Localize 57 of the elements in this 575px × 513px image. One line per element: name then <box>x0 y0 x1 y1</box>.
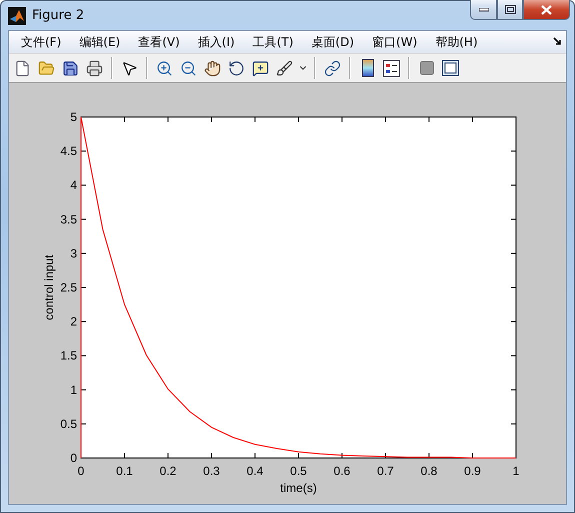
menu-item[interactable]: 查看(V) <box>130 32 188 52</box>
rotate-icon[interactable] <box>228 60 245 76</box>
tick-label: 3 <box>70 246 77 260</box>
tick-label: 0.7 <box>377 464 394 478</box>
tick-label: 0.6 <box>334 464 350 478</box>
menu-item[interactable]: 编辑(E) <box>71 32 128 52</box>
tick-label: 1 <box>512 464 520 478</box>
new-file-icon[interactable] <box>14 60 31 76</box>
tick-label: 0 <box>78 464 84 478</box>
app-logo-icon <box>8 6 26 24</box>
tick-label: 4 <box>70 178 77 192</box>
tick-label: 0.3 <box>203 464 220 478</box>
x-axis-label: time(s) <box>280 481 317 495</box>
tick-label: 2.5 <box>60 280 77 294</box>
legend-icon[interactable] <box>383 60 400 76</box>
tick-label: 4.5 <box>60 144 77 158</box>
tick-label: 2 <box>70 314 77 329</box>
minimize-button[interactable] <box>470 0 497 20</box>
tick-label: 0.4 <box>246 464 264 478</box>
zoom-in-icon[interactable] <box>156 60 173 76</box>
square-icon[interactable] <box>420 61 434 75</box>
y-axis-label: control input <box>42 254 56 320</box>
tick-label: 0 <box>70 451 77 465</box>
pointer-icon[interactable] <box>121 60 138 76</box>
tick-label: 1.5 <box>60 348 77 363</box>
maximize-button[interactable] <box>497 0 523 20</box>
tick-label: 0.5 <box>60 416 77 431</box>
printer-icon[interactable] <box>86 60 103 76</box>
colorbar-icon[interactable] <box>362 59 374 77</box>
hand-icon[interactable] <box>204 60 221 76</box>
tick-label: 3.5 <box>60 212 77 226</box>
close-button[interactable] <box>523 0 570 20</box>
tick-label: 0.9 <box>464 464 481 478</box>
menu-item[interactable]: 窗口(W) <box>364 32 426 52</box>
dock-arrow-icon[interactable] <box>553 37 562 46</box>
menu-item[interactable]: 插入(I) <box>190 32 243 52</box>
save-icon[interactable] <box>62 60 79 76</box>
window-title: Figure 2 <box>32 8 84 23</box>
tick-label: 0.2 <box>160 464 176 478</box>
data-cursor-icon[interactable] <box>252 60 269 76</box>
maximize-icon <box>504 5 516 14</box>
zoom-out-icon[interactable] <box>180 60 197 76</box>
menu-item[interactable]: 文件(F) <box>13 32 70 52</box>
menu-item[interactable]: 桌面(D) <box>303 32 362 52</box>
brush-icon[interactable] <box>276 60 293 76</box>
menu-item[interactable]: 工具(T) <box>244 32 302 52</box>
close-icon <box>541 4 552 14</box>
tick-label: 1 <box>70 382 77 397</box>
menu-item[interactable]: 帮助(H) <box>427 32 486 52</box>
minimize-icon <box>478 8 488 12</box>
tick-label: 5 <box>70 110 77 124</box>
tick-label: 0.1 <box>116 464 133 478</box>
link-icon[interactable] <box>324 60 341 76</box>
folder-icon[interactable] <box>38 60 55 76</box>
frame-icon[interactable] <box>442 60 459 76</box>
tick-label: 0.5 <box>290 464 307 478</box>
tick-label: 0.8 <box>420 464 438 478</box>
